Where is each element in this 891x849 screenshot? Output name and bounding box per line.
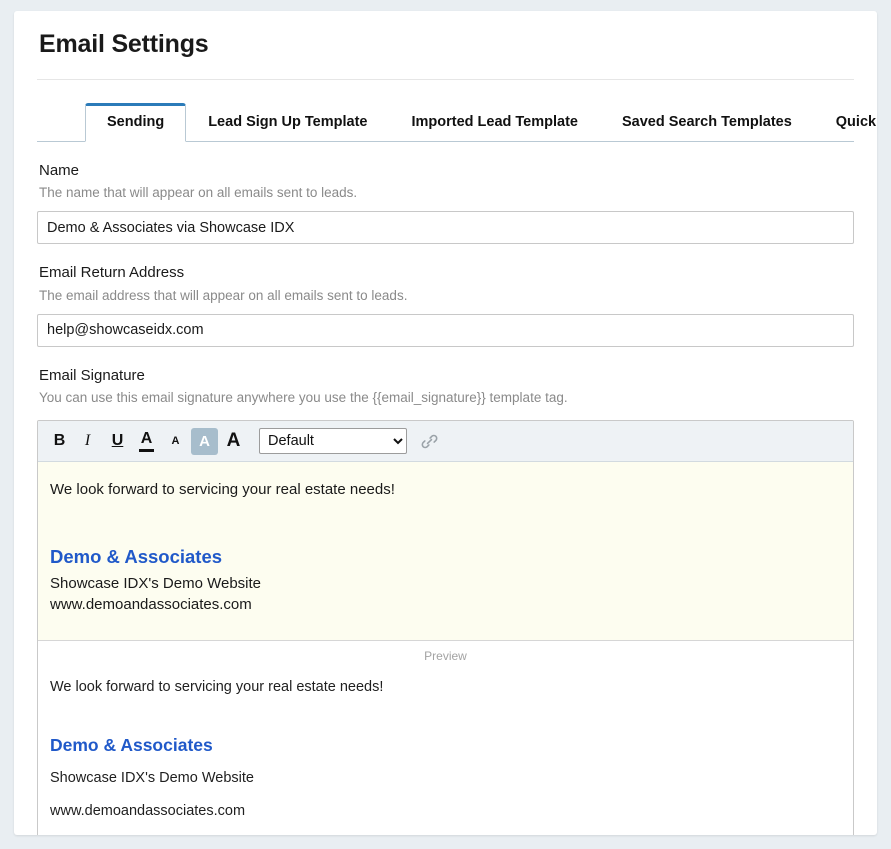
signature-website-title: Showcase IDX's Demo Website (50, 575, 262, 593)
font-color-button[interactable]: A (133, 428, 160, 455)
tab-lead-sign-up-template[interactable]: Lead Sign Up Template (186, 103, 389, 142)
preview-website-url: www.demoandassociates.com (50, 803, 246, 820)
name-help-text: The name that will appear on all emails … (39, 185, 358, 201)
preview-blank-line (50, 698, 841, 734)
tab-quick-responses-label: Quick Responses (835, 113, 877, 130)
font-color-swatch (139, 449, 154, 453)
name-input[interactable] (37, 211, 854, 245)
signature-label: Email Signature (39, 366, 145, 384)
signature-preview-panel: Preview We look forward to servicing you… (38, 640, 853, 835)
tab-quick-responses[interactable]: Quick Responses (814, 103, 877, 142)
tab-sending-label: Sending (107, 113, 165, 130)
tab-sending[interactable]: Sending (85, 102, 187, 142)
page-background: Email Settings Sending Lead Sign Up Temp… (0, 0, 891, 849)
signature-intro-line: We look forward to servicing your real e… (50, 481, 395, 499)
italic-button[interactable]: I (75, 428, 102, 455)
preview-label: Preview (424, 649, 467, 664)
preview-company-name: Demo & Associates (50, 735, 213, 756)
signature-editor-body[interactable]: We look forward to servicing your real e… (38, 462, 853, 641)
return-address-field-group: Email Return Address The email address t… (37, 244, 854, 347)
font-size-large-button[interactable]: A (220, 428, 247, 455)
return-address-input[interactable] (37, 313, 854, 347)
page-title: Email Settings (39, 30, 209, 58)
name-field-group: Name The name that will appear on all em… (37, 142, 854, 245)
signature-help-text: You can use this email signature anywher… (39, 390, 568, 406)
font-color-glyph: A (140, 430, 153, 448)
tab-bar: Sending Lead Sign Up Template Imported L… (37, 99, 877, 142)
signature-blank-line (50, 501, 841, 545)
signature-website-url: www.demoandassociates.com (50, 596, 252, 614)
return-address-label: Email Return Address (39, 264, 185, 282)
font-size-medium-button[interactable]: A (191, 427, 218, 455)
preview-intro-line: We look forward to servicing your real e… (50, 679, 384, 696)
editor-toolbar: B I U A A A A Default (38, 421, 853, 463)
tab-saved-search-templates[interactable]: Saved Search Templates (600, 103, 814, 142)
signature-editor: B I U A A A A Default We look forward to… (37, 420, 854, 835)
signature-field-group: Email Signature You can use this email s… (37, 347, 854, 835)
name-label: Name (39, 162, 80, 179)
signature-company-name: Demo & Associates (50, 546, 223, 568)
tab-imported-lead-template[interactable]: Imported Lead Template (389, 103, 600, 142)
font-size-small-button[interactable]: A (162, 428, 189, 455)
link-icon[interactable] (418, 430, 440, 452)
email-settings-card: Email Settings Sending Lead Sign Up Temp… (14, 11, 877, 835)
preview-website-title: Showcase IDX's Demo Website (50, 770, 254, 787)
underline-button[interactable]: U (104, 428, 131, 455)
font-family-select[interactable]: Default (259, 428, 407, 455)
tab-lead-sign-up-template-label: Lead Sign Up Template (208, 113, 368, 130)
title-divider (37, 79, 854, 80)
return-address-help-text: The email address that will appear on al… (39, 287, 408, 303)
bold-button[interactable]: B (46, 428, 73, 455)
tab-saved-search-templates-label: Saved Search Templates (621, 113, 792, 130)
tab-imported-lead-template-label: Imported Lead Template (411, 113, 578, 130)
